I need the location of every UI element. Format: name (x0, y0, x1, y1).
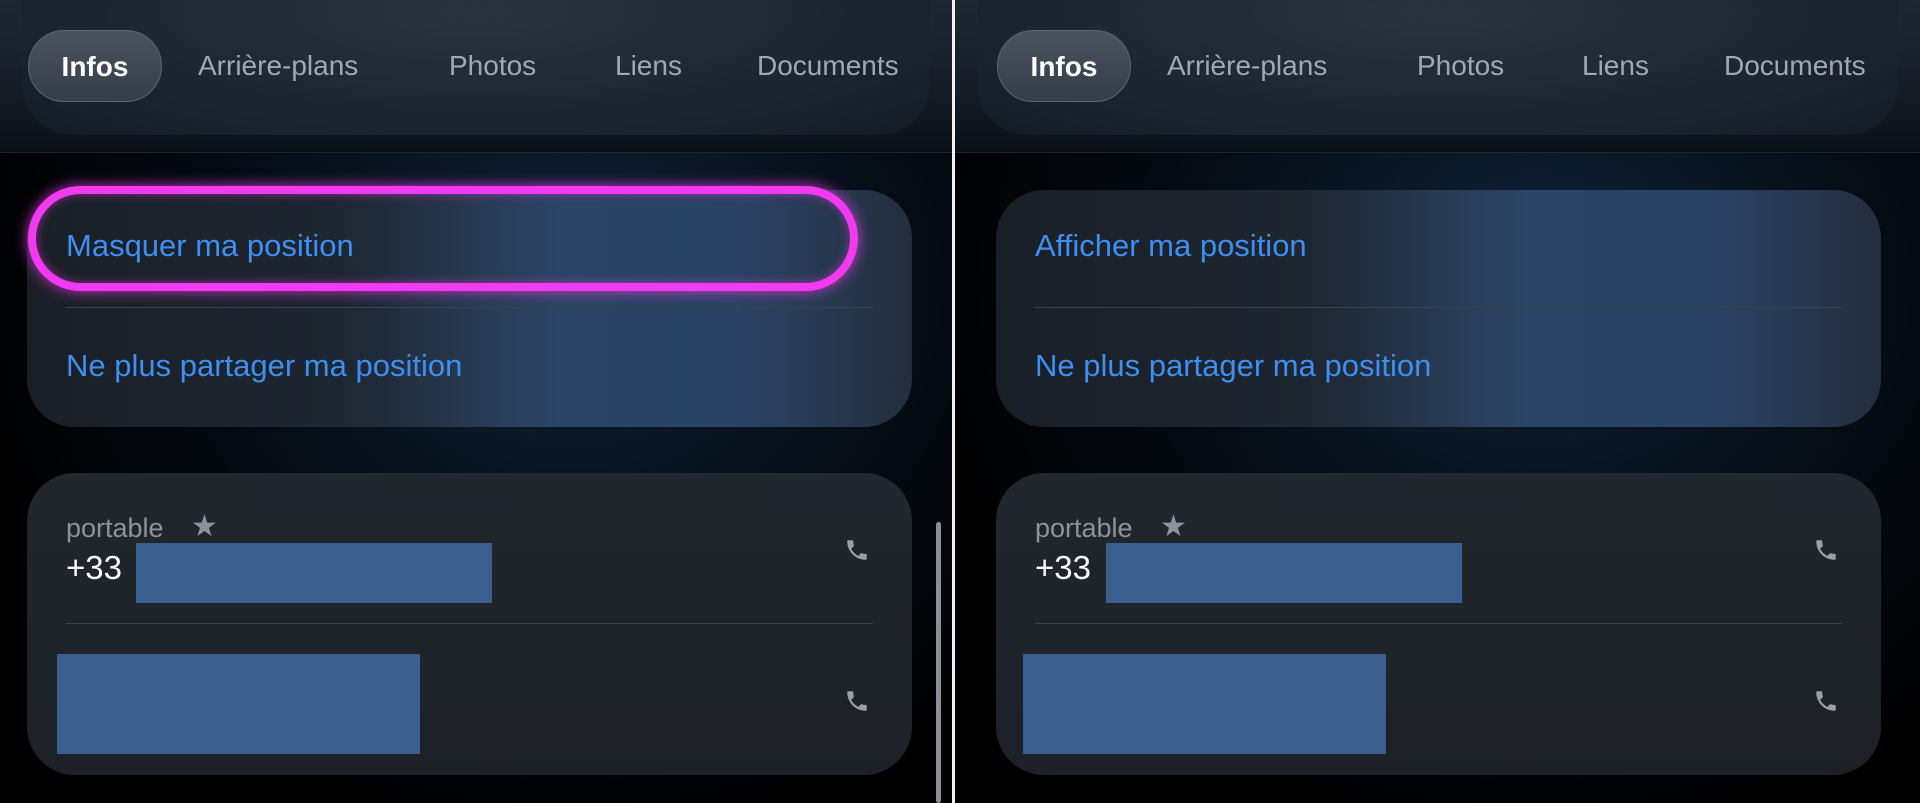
divider (66, 307, 873, 308)
tab-documents[interactable]: Documents (1724, 30, 1866, 102)
tab-row: Infos Arrière-plans Photos Liens Documen… (997, 30, 1920, 102)
redacted-phone-entry (57, 654, 420, 754)
tab-infos[interactable]: Infos (997, 30, 1131, 102)
star-icon: ★ (191, 510, 218, 543)
location-card: Afficher ma position Ne plus partager ma… (996, 190, 1881, 427)
contact-info-panel-before: Infos Arrière-plans Photos Liens Documen… (0, 0, 952, 803)
scrollbar[interactable] (936, 522, 941, 803)
divider (1035, 307, 1842, 308)
tab-arriere-plans[interactable]: Arrière-plans (1167, 30, 1327, 102)
tab-arriere-plans[interactable]: Arrière-plans (198, 30, 358, 102)
tab-photos[interactable]: Photos (1417, 30, 1504, 102)
phone-icon[interactable] (1813, 688, 1839, 714)
phone-number-prefix[interactable]: +33 (1035, 549, 1091, 587)
phone-label: portable (66, 513, 164, 543)
divider (1035, 623, 1842, 624)
phone-label: portable (1035, 513, 1133, 543)
tab-documents[interactable]: Documents (757, 30, 899, 102)
comparison-screenshot: Infos Arrière-plans Photos Liens Documen… (0, 0, 1920, 803)
contact-info-panel-after: Infos Arrière-plans Photos Liens Documen… (955, 0, 1920, 803)
redacted-phone-entry (1023, 654, 1386, 754)
redacted-phone-number (136, 543, 492, 603)
tab-liens[interactable]: Liens (1582, 30, 1649, 102)
tab-photos[interactable]: Photos (449, 30, 536, 102)
show-location-button[interactable]: Afficher ma position (1035, 228, 1307, 264)
tab-row: Infos Arrière-plans Photos Liens Documen… (28, 30, 952, 102)
phone-number-prefix[interactable]: +33 (66, 549, 122, 587)
highlight-outline (28, 186, 858, 291)
divider (66, 623, 873, 624)
tab-bar-background: Infos Arrière-plans Photos Liens Documen… (0, 0, 952, 153)
tab-infos[interactable]: Infos (28, 30, 162, 102)
phone-numbers-card: portable ★ +33 (996, 473, 1881, 775)
phone-icon[interactable] (844, 537, 870, 563)
stop-sharing-location-button[interactable]: Ne plus partager ma position (1035, 348, 1431, 384)
stop-sharing-location-button[interactable]: Ne plus partager ma position (66, 348, 462, 384)
redacted-phone-number (1106, 543, 1462, 603)
star-icon: ★ (1160, 510, 1187, 543)
phone-icon[interactable] (844, 688, 870, 714)
tab-liens[interactable]: Liens (615, 30, 682, 102)
tab-bar-background: Infos Arrière-plans Photos Liens Documen… (955, 0, 1920, 153)
phone-icon[interactable] (1813, 537, 1839, 563)
phone-numbers-card: portable ★ +33 (27, 473, 912, 775)
